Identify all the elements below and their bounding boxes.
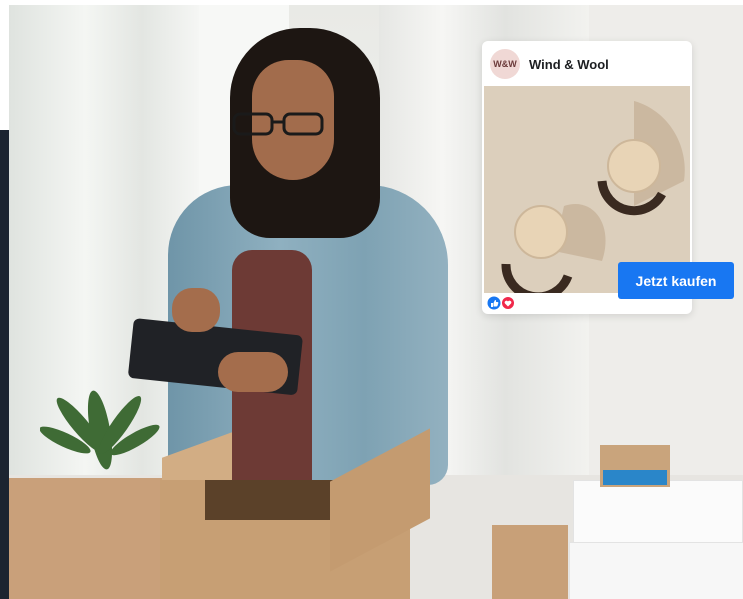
gift-box-band [603,470,667,485]
person-hand-right [218,352,288,392]
buy-now-button[interactable]: Jetzt kaufen [618,262,734,299]
cardboard-box-small [492,525,568,599]
cardboard-box-left [9,478,164,599]
white-box-bottom [569,542,743,599]
person-hand-left [172,288,220,332]
dark-side-strip [0,130,9,599]
ad-scene: W&W Wind & Wool Jetzt kaufen [0,0,743,599]
glasses-image [232,112,324,136]
plant-image [40,390,160,470]
brand-avatar[interactable]: W&W [490,49,520,79]
reaction-icons [487,296,515,310]
brand-name[interactable]: Wind & Wool [529,57,609,72]
post-header: W&W Wind & Wool [482,41,692,85]
product-post-card: W&W Wind & Wool Jetzt kaufen [482,41,734,314]
white-box-top [573,480,743,548]
